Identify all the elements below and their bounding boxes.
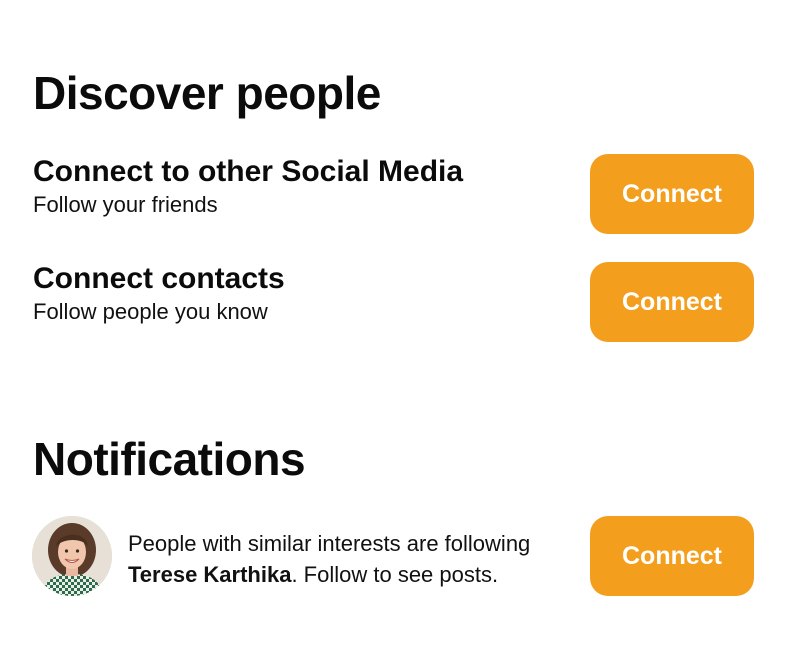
connect-social-media-button[interactable]: Connect bbox=[590, 154, 754, 234]
discover-item-heading: Connect to other Social Media bbox=[33, 155, 464, 188]
discover-item-subtitle: Follow your friends bbox=[33, 192, 218, 217]
notification-message: People with similar interests are follow… bbox=[128, 528, 578, 590]
notifications-title: Notifications bbox=[33, 433, 306, 485]
notification-user-name[interactable]: Terese Karthika bbox=[128, 562, 291, 587]
discover-item-heading: Connect contacts bbox=[33, 262, 285, 295]
connect-notification-button[interactable]: Connect bbox=[590, 516, 754, 596]
notification-text-after: . Follow to see posts. bbox=[291, 562, 499, 587]
person-photo-avatar-icon bbox=[32, 516, 112, 596]
discover-people-title: Discover people bbox=[33, 67, 381, 119]
discover-item-social-media: Connect to other Social Media Follow you… bbox=[33, 155, 463, 218]
avatar[interactable] bbox=[32, 516, 112, 596]
discover-item-subtitle: Follow people you know bbox=[33, 299, 268, 324]
discover-item-contacts: Connect contacts Follow people you know bbox=[33, 262, 285, 325]
connect-contacts-button[interactable]: Connect bbox=[590, 262, 754, 342]
notification-text-before: People with similar interests are follow… bbox=[128, 531, 531, 556]
